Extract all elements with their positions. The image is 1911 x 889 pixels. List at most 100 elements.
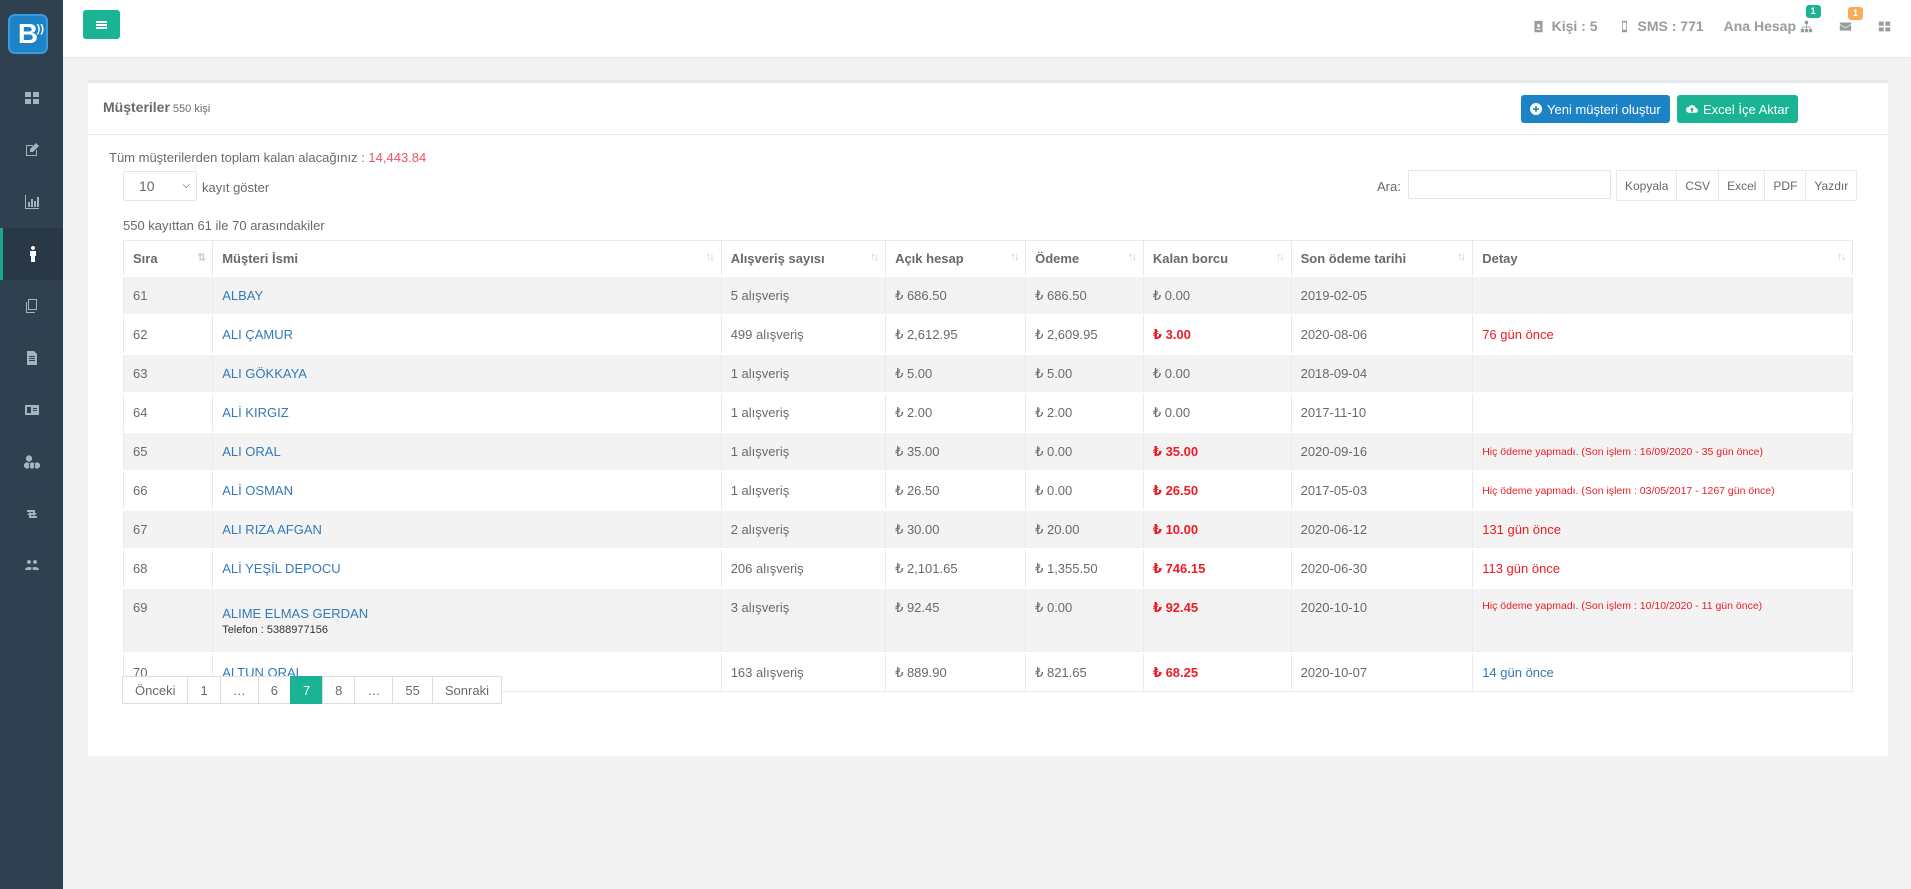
page-button[interactable]: … <box>354 676 394 704</box>
open-account: ₺ 686.50 <box>885 275 1027 316</box>
total-receivable-amount: 14,443.84 <box>368 150 427 165</box>
id-card-icon <box>24 405 39 415</box>
export-kopyala-button[interactable]: Kopyala <box>1616 170 1678 201</box>
sidebar-item-id-card[interactable] <box>0 384 63 436</box>
column-header[interactable]: Alışveriş sayısı ↑↓ <box>720 240 887 277</box>
column-header[interactable]: Kalan borcu ↑↓ <box>1142 240 1292 277</box>
export-yazdr-button[interactable]: Yazdır <box>1805 170 1858 201</box>
user-count[interactable]: Kişi : 5 <box>1532 18 1598 34</box>
sort-icon: ↑↓ <box>1275 251 1285 263</box>
column-header[interactable]: Açık hesap ↑↓ <box>885 240 1027 277</box>
table-row[interactable]: 68 ALİ YEŞİL DEPOCU 206 alışveriş ₺ 2,101.6… <box>122 548 1853 589</box>
sidebar-item-male[interactable] <box>0 228 63 280</box>
payment: ₺ 821.65 <box>1025 652 1144 692</box>
sidebar-item-files[interactable] <box>0 280 63 332</box>
page-button[interactable]: 1 <box>187 676 221 704</box>
page-button[interactable]: 55 <box>392 676 433 704</box>
sidebar-item-users[interactable] <box>0 540 63 592</box>
table-row[interactable]: 65 ALI ORAL 1 alışveriş ₺ 35.00 ₺ 0.00 ₺ 35.0… <box>122 431 1853 472</box>
app-logo[interactable]: B)) <box>8 14 48 54</box>
sidebar-item-retweet[interactable] <box>0 488 63 540</box>
purchase-count: 499 alışveriş <box>720 314 887 355</box>
account-menu[interactable]: Ana Hesap 1 <box>1724 5 1821 34</box>
table-row[interactable]: 63 ALI GÖKKAYA 1 alışveriş ₺ 5.00 ₺ 5.00 ₺ 0.… <box>122 353 1853 394</box>
logo-letter: B <box>17 18 39 49</box>
user-count-label: Kişi : 5 <box>1551 18 1598 34</box>
customer-name-link[interactable]: ALI ORAL <box>222 444 281 459</box>
new-customer-button[interactable]: Yeni müşteri oluştur <box>1521 95 1670 123</box>
last-payment-date: 2017-11-10 <box>1290 392 1474 433</box>
purchase-count: 206 alışveriş <box>720 548 887 589</box>
previous-page-button[interactable]: Önceki <box>122 676 189 704</box>
table-row[interactable]: 64 ALİ KIRGIZ 1 alışveriş ₺ 2.00 ₺ 2.00 ₺ 0.0… <box>122 392 1853 433</box>
apps-menu[interactable] <box>1878 20 1891 33</box>
customer-name-link[interactable]: ALİ KIRGIZ <box>222 405 288 420</box>
table-row[interactable]: 67 ALI RIZA AFGAN 2 alışveriş ₺ 30.00 ₺ 20.0… <box>122 509 1853 550</box>
sidebar-item-file-text[interactable] <box>0 332 63 384</box>
open-account: ₺ 26.50 <box>885 470 1027 511</box>
payment: ₺ 5.00 <box>1025 353 1144 394</box>
export-excel-button[interactable]: Excel <box>1718 170 1766 201</box>
excel-import-button[interactable]: Excel İçe Aktar <box>1677 95 1798 123</box>
table-row[interactable]: 62 ALI ÇAMUR 499 alışveriş ₺ 2,612.95 ₺ 2,60… <box>122 314 1853 355</box>
next-page-button[interactable]: Sonraki <box>431 676 502 704</box>
new-customer-label: Yeni müşteri oluştur <box>1547 101 1661 117</box>
sidebar-item-bar-chart[interactable] <box>0 176 63 228</box>
sms-count[interactable]: SMS : 771 <box>1618 18 1704 34</box>
bars-icon <box>96 23 107 26</box>
table-row[interactable]: 66 ALİ OSMAN 1 alışveriş ₺ 26.50 ₺ 0.00 ₺ 26.… <box>122 470 1853 511</box>
table-row[interactable]: 69 ALIME ELMAS GERDAN Telefon : 5388977156… <box>122 587 1853 654</box>
customer-name-link[interactable]: ALI RIZA AFGAN <box>222 522 322 537</box>
open-account: ₺ 2.00 <box>885 392 1027 433</box>
remaining-debt: ₺ 35.00 <box>1142 431 1292 472</box>
page-button[interactable]: 6 <box>257 676 291 704</box>
column-header[interactable]: Sıra ⇅ <box>122 240 214 277</box>
column-header[interactable]: Ödeme ↑↓ <box>1025 240 1144 277</box>
sidebar-item-cubes[interactable] <box>0 436 63 488</box>
account-badge: 1 <box>1805 5 1821 18</box>
page-length-select[interactable]: 10 ⌵ <box>123 171 197 201</box>
customer-name-link[interactable]: ALI ÇAMUR <box>222 327 293 342</box>
last-payment-date: 2020-08-06 <box>1290 314 1474 355</box>
customer-name-link[interactable]: ALIME ELMAS GERDAN <box>222 606 368 621</box>
row-number: 69 <box>122 587 214 654</box>
export-csv-button[interactable]: CSV <box>1676 170 1720 201</box>
mail-menu[interactable]: 1 <box>1839 6 1864 33</box>
address-book-icon <box>1534 20 1543 32</box>
row-number: 68 <box>122 548 214 589</box>
column-header-label: Müşteri İsmi <box>222 250 299 266</box>
page-button[interactable]: … <box>219 676 259 704</box>
page-button[interactable]: 8 <box>322 676 356 704</box>
export-pdf-button[interactable]: PDF <box>1764 170 1807 201</box>
open-account: ₺ 889.90 <box>885 652 1027 692</box>
sidebar-item-dashboard[interactable] <box>0 72 63 124</box>
page-button[interactable]: 7 <box>289 676 324 704</box>
column-header-label: Son ödeme tarihi <box>1300 250 1407 266</box>
row-number: 65 <box>122 431 214 472</box>
customer-name-link[interactable]: ALİ OSMAN <box>222 483 293 498</box>
total-receivable-label: Tüm müşterilerden toplam kalan alacağını… <box>109 150 369 165</box>
payment: ₺ 0.00 <box>1025 431 1144 472</box>
customer-name-link[interactable]: ALI GÖKKAYA <box>222 366 307 381</box>
open-account: ₺ 2,101.65 <box>885 548 1027 589</box>
table-row[interactable]: 61 ALBAY 5 alışveriş ₺ 686.50 ₺ 686.50 ₺ 0.00… <box>122 275 1853 316</box>
customer-name-link[interactable]: ALBAY <box>222 288 263 303</box>
remaining-debt: ₺ 0.00 <box>1142 275 1292 316</box>
column-header[interactable]: Detay ↑↓ <box>1472 240 1853 277</box>
menu-toggle-button[interactable] <box>83 10 120 39</box>
customer-name-cell: ALIME ELMAS GERDAN Telefon : 5388977156 <box>212 587 722 654</box>
customer-name-cell: ALBAY <box>212 275 722 316</box>
detail: Hiç ödeme yapmadı. (Son işlem : 03/05/20… <box>1472 470 1853 511</box>
total-receivable: Tüm müşterilerden toplam kalan alacağını… <box>109 150 426 165</box>
search-input[interactable] <box>1408 170 1611 199</box>
page-length-value: 10 <box>139 178 155 194</box>
sidebar-item-edit[interactable] <box>0 124 63 176</box>
remaining-debt: ₺ 68.25 <box>1142 652 1292 692</box>
detail: Hiç ödeme yapmadı. (Son işlem : 16/09/20… <box>1472 431 1853 472</box>
customer-name-cell: ALI RIZA AFGAN <box>212 509 722 550</box>
customer-name-link[interactable]: ALİ YEŞİL DEPOCU <box>222 561 341 576</box>
sort-icon: ↑↓ <box>1010 251 1019 263</box>
column-header[interactable]: Müşteri İsmi ↑↓ <box>212 240 722 277</box>
signal-icon: )) <box>36 23 44 35</box>
column-header[interactable]: Son ödeme tarihi ↑↓ <box>1290 240 1474 277</box>
